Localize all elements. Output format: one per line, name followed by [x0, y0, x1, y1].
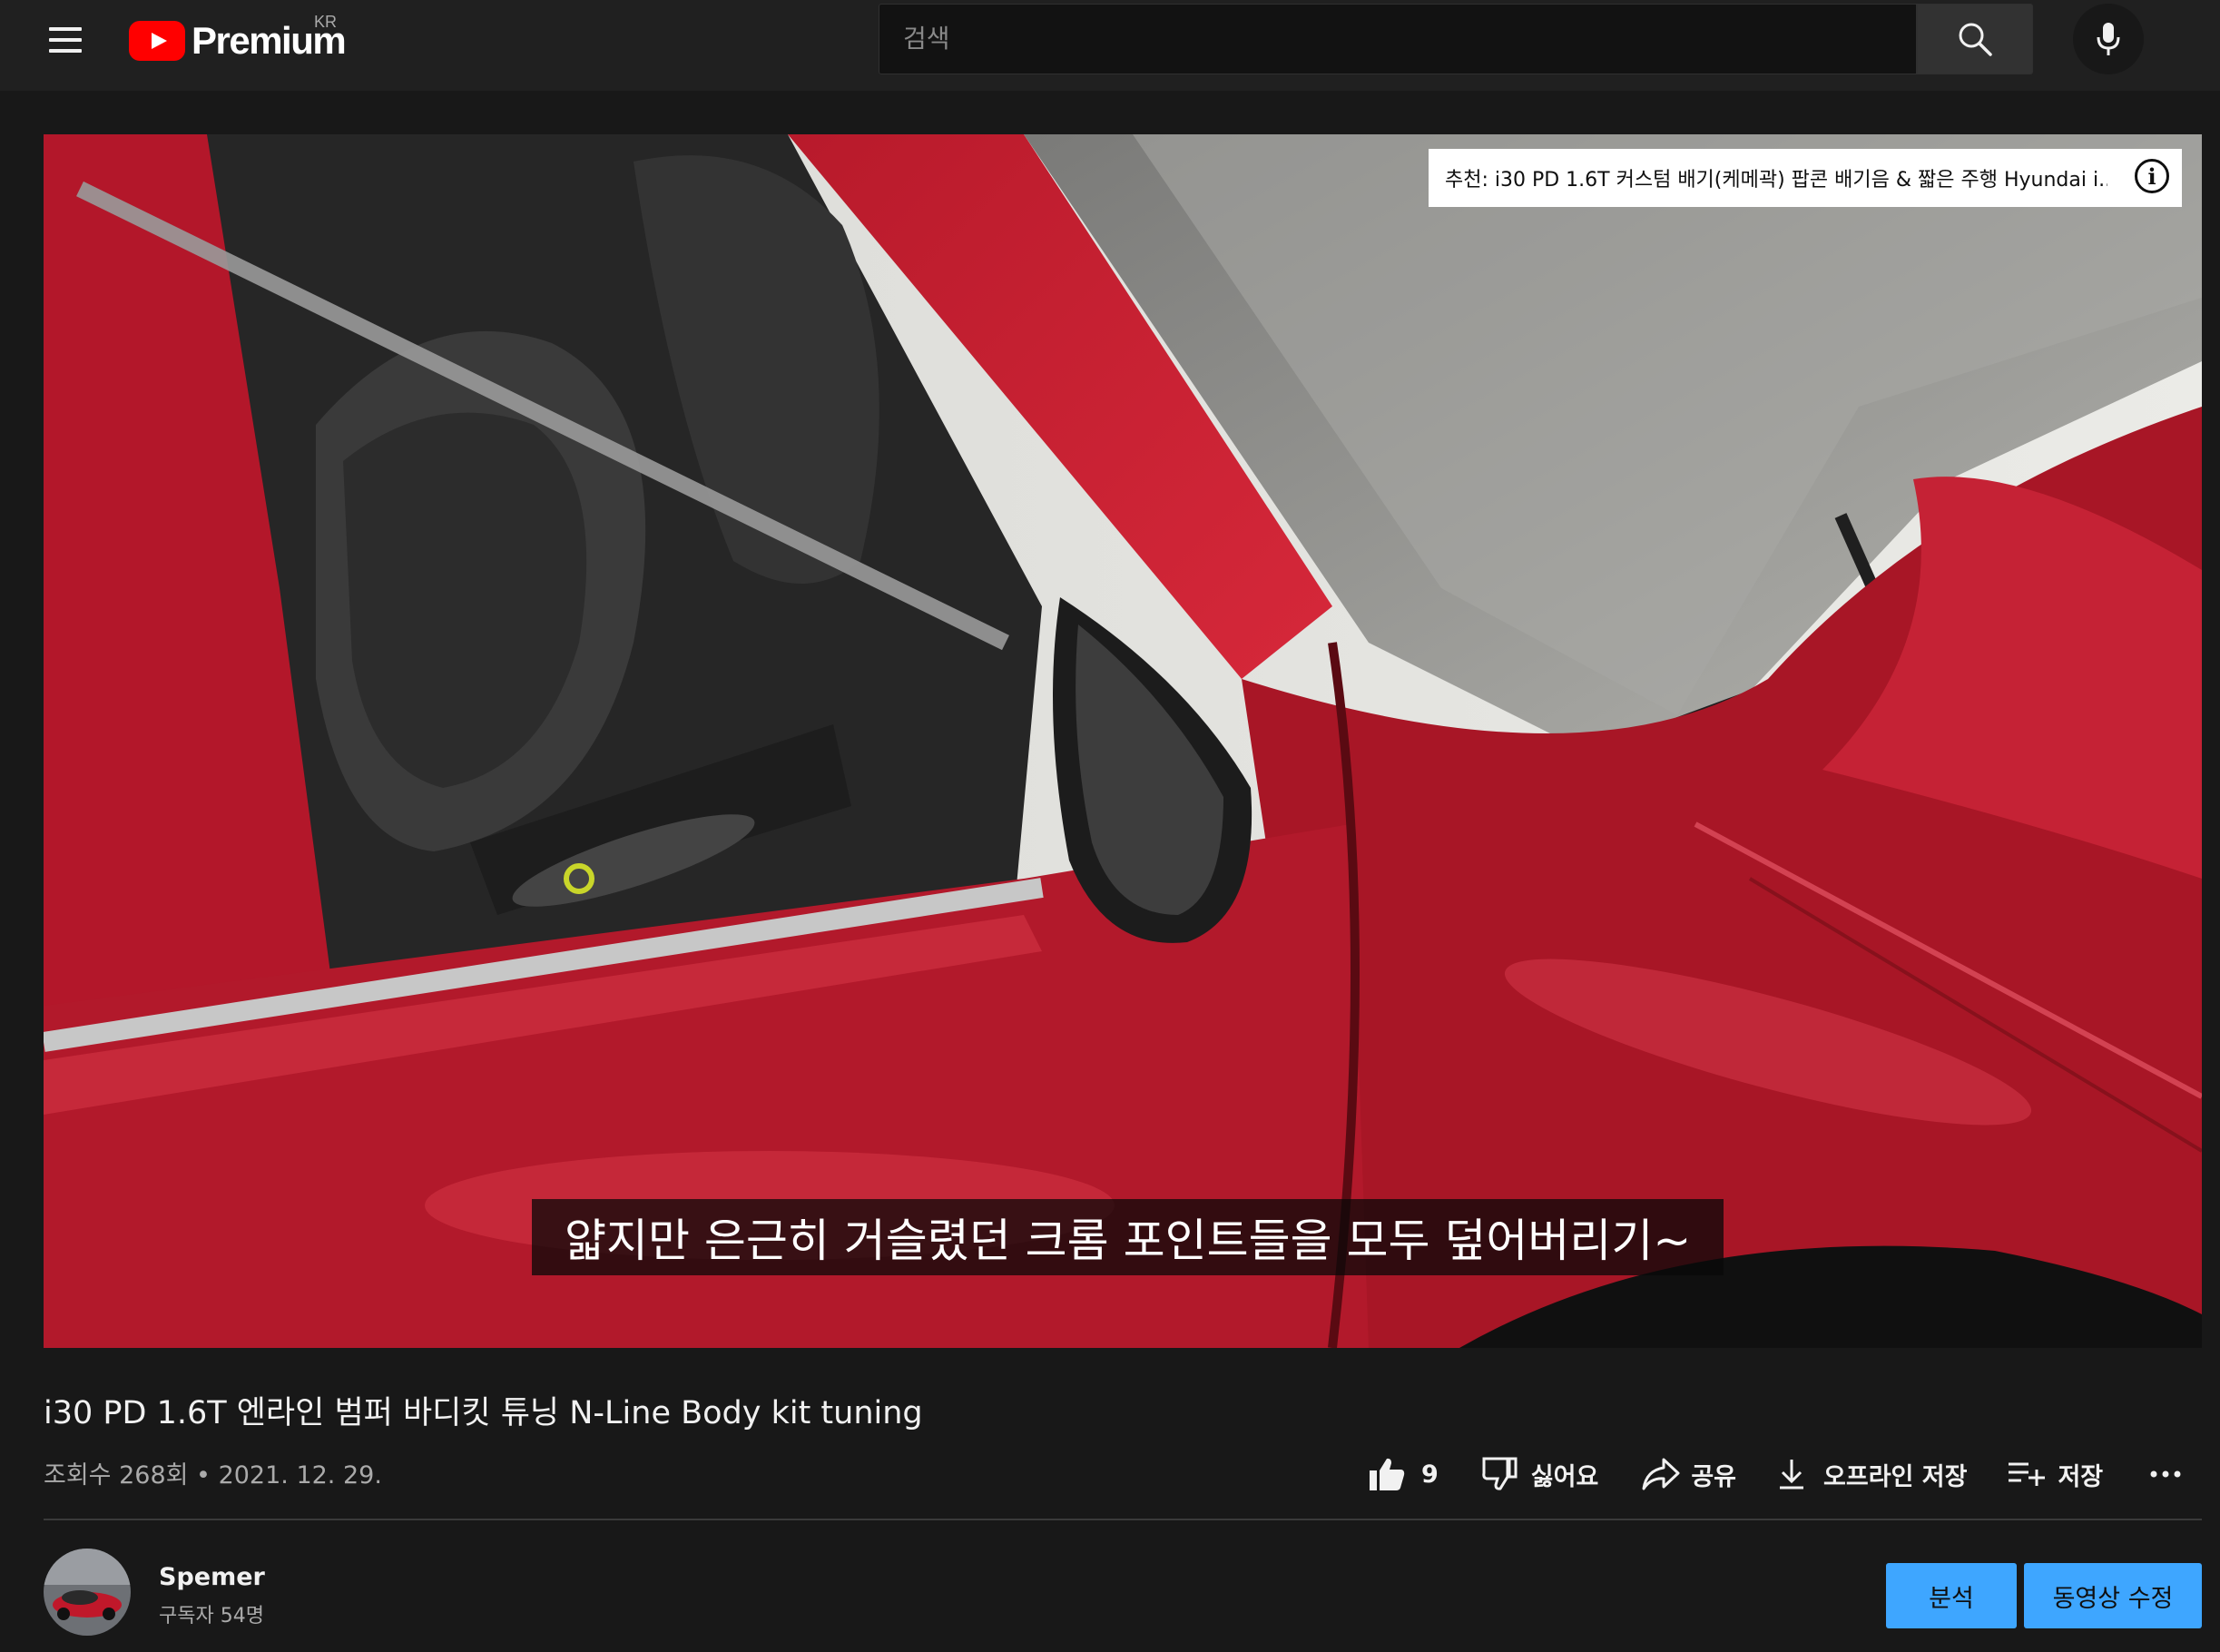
download-label: 오프라인 저장: [1823, 1462, 1968, 1491]
youtube-premium-logo[interactable]: Premium KR: [129, 13, 347, 64]
recommendation-card[interactable]: 추천: i30 PD 1.6T 커스텀 배기(케메곽) 팝콘 배기음 & 짧은 …: [1429, 149, 2182, 207]
microphone-icon: [2097, 23, 2120, 55]
dislike-button[interactable]: 싫어요: [1482, 1457, 1599, 1492]
video-meta: 조회수 268회 • 2021. 12. 29.: [44, 1461, 382, 1490]
subtitle-caption: 얇지만 은근히 거슬렸던 크롬 포인트들을 모두 덮어버리기~: [532, 1199, 1724, 1275]
share-icon: [1642, 1458, 1680, 1490]
more-actions-button[interactable]: [2150, 1470, 2181, 1479]
channel-name[interactable]: Spemer: [159, 1563, 265, 1591]
masthead: Premium KR: [0, 0, 2220, 91]
search-button[interactable]: [1917, 4, 2033, 74]
like-button[interactable]: 9: [1369, 1457, 1439, 1491]
save-button[interactable]: 저장: [2007, 1457, 2103, 1492]
search-box: [879, 4, 1917, 74]
info-icon[interactable]: i: [2135, 159, 2169, 193]
video-actions: 9 싫어요 공유 오프라인 저장 저장: [1369, 1449, 2181, 1500]
dislike-label: 싫어요: [1530, 1462, 1599, 1491]
recommendation-card-text: 추천: i30 PD 1.6T 커스텀 배기(케메곽) 팝콘 배기음 & 짧은 …: [1445, 169, 2107, 192]
share-button[interactable]: 공유: [1642, 1457, 1736, 1492]
share-label: 공유: [1691, 1462, 1737, 1491]
more-horizontal-icon: [2150, 1470, 2181, 1478]
save-label: 저장: [2058, 1462, 2104, 1491]
subscriber-count: 구독자 54명: [159, 1605, 264, 1627]
playlist-add-icon: [2009, 1462, 2046, 1486]
youtube-play-icon: [129, 21, 185, 61]
channel-avatar[interactable]: [44, 1549, 131, 1636]
search-icon: [1959, 23, 1992, 56]
video-frame-car-image: [44, 134, 2202, 1348]
download-button[interactable]: 오프라인 저장: [1778, 1457, 1967, 1492]
hamburger-menu-icon[interactable]: [47, 24, 83, 56]
video-player[interactable]: 추천: i30 PD 1.6T 커스텀 배기(케메곽) 팝콘 배기음 & 짧은 …: [44, 134, 2202, 1348]
like-count: 9: [1421, 1460, 1439, 1489]
region-code: KR: [314, 13, 338, 31]
voice-search-button[interactable]: [2073, 4, 2144, 74]
divider: [44, 1519, 2202, 1520]
thumbs-up-icon: [1370, 1458, 1405, 1490]
download-icon: [1780, 1460, 1804, 1490]
search-input[interactable]: [901, 23, 1894, 54]
thumbs-down-icon: [1482, 1457, 1518, 1490]
analytics-button[interactable]: 분석: [1886, 1563, 2017, 1628]
channel-avatar-image: [44, 1549, 131, 1636]
video-title: i30 PD 1.6T 엔라인 범퍼 바디킷 튜닝 N-Line Body ki…: [44, 1395, 923, 1431]
edit-video-button[interactable]: 동영상 수정: [2024, 1563, 2202, 1628]
